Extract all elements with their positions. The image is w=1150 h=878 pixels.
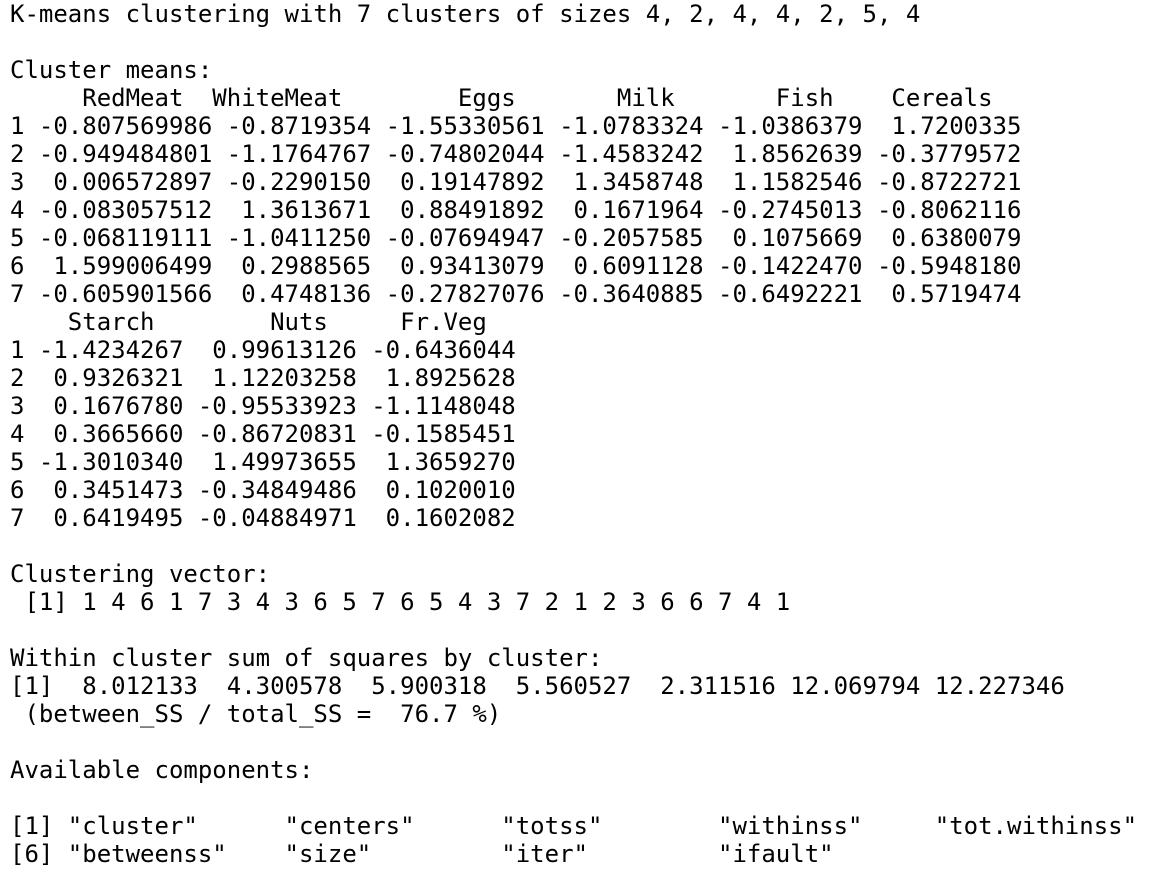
console-line: 3 0.006572897 -0.2290150 0.19147892 1.34… xyxy=(10,168,1022,196)
console-line: Clustering vector: xyxy=(10,560,271,588)
console-line: 6 1.599006499 0.2988565 0.93413079 0.609… xyxy=(10,252,1022,280)
console-line: 4 0.3665660 -0.86720831 -0.1585451 xyxy=(10,420,516,448)
console-line: 5 -0.068119111 -1.0411250 -0.07694947 -0… xyxy=(10,224,1022,252)
console-line: RedMeat WhiteMeat Eggs Milk Fish Cereals xyxy=(10,84,993,112)
console-line: K-means clustering with 7 clusters of si… xyxy=(10,0,921,28)
console-line: Starch Nuts Fr.Veg xyxy=(10,308,487,336)
r-console-output: K-means clustering with 7 clusters of si… xyxy=(10,0,1146,878)
console-line: Within cluster sum of squares by cluster… xyxy=(10,644,603,672)
console-line: 2 0.9326321 1.12203258 1.8925628 xyxy=(10,364,516,392)
console-line: (between_SS / total_SS = 76.7 %) xyxy=(10,700,502,728)
console-line: 4 -0.083057512 1.3613671 0.88491892 0.16… xyxy=(10,196,1022,224)
console-line: 2 -0.949484801 -1.1764767 -0.74802044 -1… xyxy=(10,140,1022,168)
console-line: [1] "cluster" "centers" "totss" "withins… xyxy=(10,812,1138,840)
console-line: 5 -1.3010340 1.49973655 1.3659270 xyxy=(10,448,516,476)
console-line: 6 0.3451473 -0.34849486 0.1020010 xyxy=(10,476,516,504)
console-line: 1 -0.807569986 -0.8719354 -1.55330561 -1… xyxy=(10,112,1022,140)
console-line: 1 -1.4234267 0.99613126 -0.6436044 xyxy=(10,336,516,364)
console-line: 3 0.1676780 -0.95533923 -1.1148048 xyxy=(10,392,516,420)
console-line: [1] 8.012133 4.300578 5.900318 5.560527 … xyxy=(10,672,1065,700)
console-line: [1] 1 4 6 1 7 3 4 3 6 5 7 6 5 4 3 7 2 1 … xyxy=(10,588,791,616)
console-line: Cluster means: xyxy=(10,56,213,84)
console-line: 7 -0.605901566 0.4748136 -0.27827076 -0.… xyxy=(10,280,1022,308)
console-line: [6] "betweenss" "size" "iter" "ifault" xyxy=(10,840,834,868)
console-line: Available components: xyxy=(10,756,314,784)
console-line: 7 0.6419495 -0.04884971 0.1602082 xyxy=(10,504,516,532)
